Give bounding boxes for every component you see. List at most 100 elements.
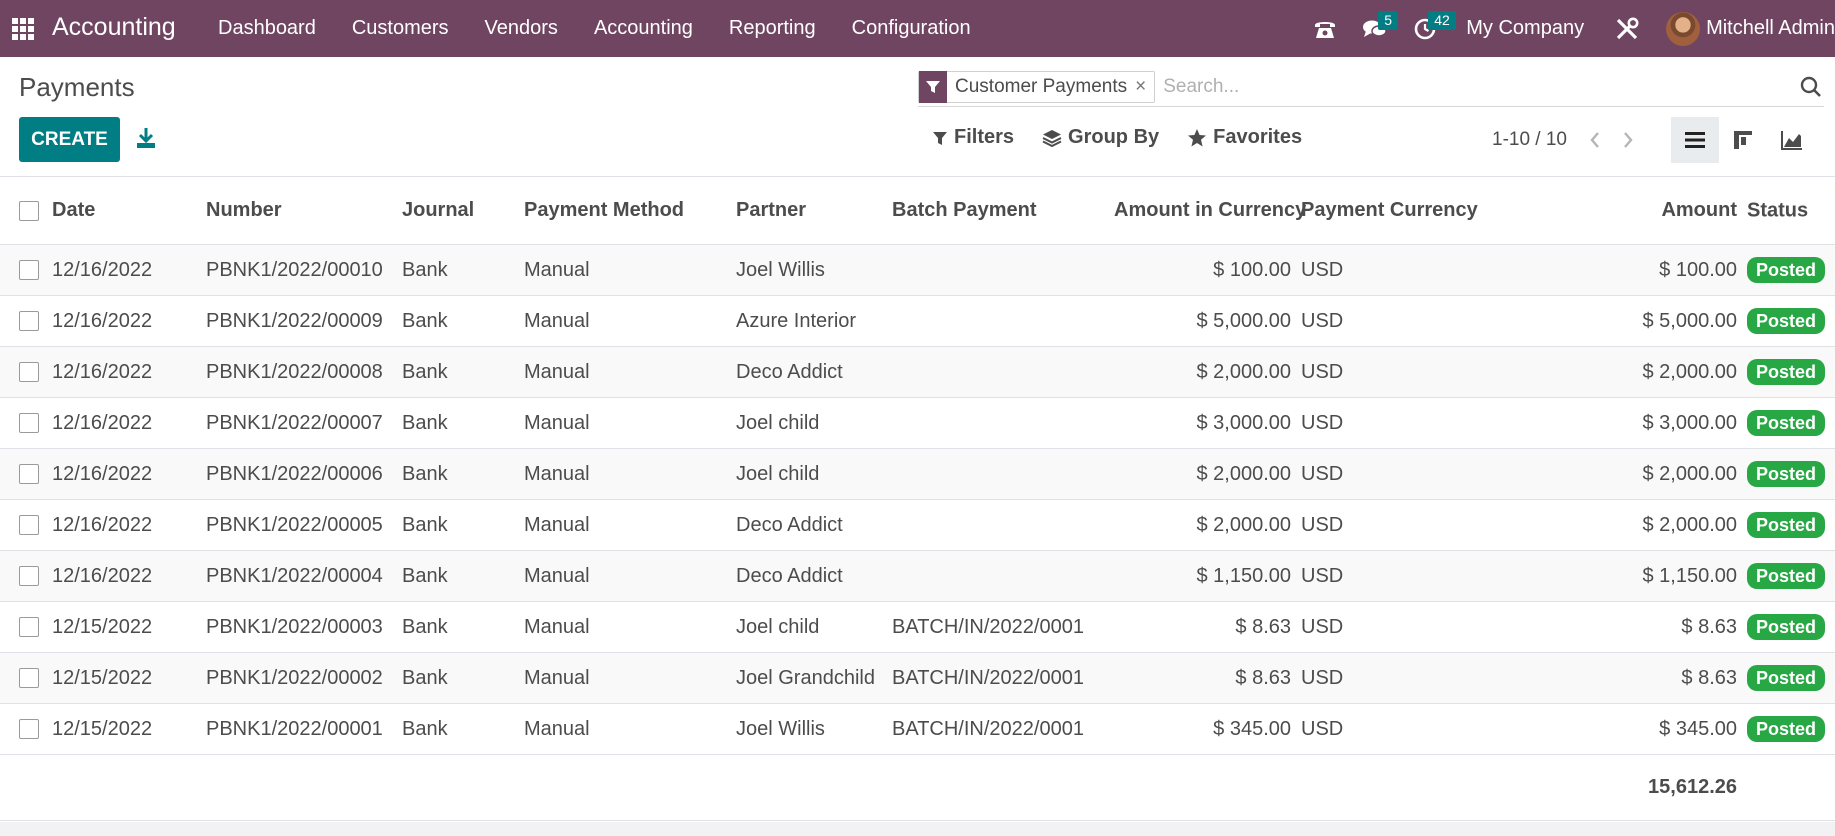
table-row[interactable]: 12/15/2022 PBNK1/2022/00002 Bank Manual Joel…: [0, 652, 1835, 704]
layers-icon: [1042, 129, 1062, 147]
row-checkbox[interactable]: [19, 464, 39, 485]
cell-status: Posted: [1747, 448, 1835, 500]
column-batch-payment[interactable]: Batch Payment: [892, 176, 1114, 245]
table-row[interactable]: 12/16/2022 PBNK1/2022/00004 Bank Manual Deco…: [0, 550, 1835, 602]
cell-payment-currency: USD: [1301, 397, 1455, 449]
cell-journal: Bank: [402, 397, 524, 449]
groupby-button[interactable]: Group By: [1042, 126, 1159, 149]
company-switcher[interactable]: My Company: [1466, 17, 1584, 40]
clock-icon[interactable]: 42: [1408, 0, 1456, 57]
menu-item-accounting[interactable]: Accounting: [576, 0, 711, 57]
page-title: Payments: [19, 72, 135, 102]
table-row[interactable]: 12/16/2022 PBNK1/2022/00007 Bank Manual Joel…: [0, 397, 1835, 449]
tools-icon[interactable]: [1610, 0, 1644, 57]
cell-journal: Bank: [402, 550, 524, 602]
cell-amount-in-currency: $ 345.00: [1114, 703, 1301, 755]
column-number[interactable]: Number: [206, 176, 402, 245]
cell-payment-method: Manual: [524, 601, 736, 653]
chat-icon[interactable]: 5: [1358, 0, 1399, 57]
filters-button[interactable]: Filters: [932, 126, 1014, 149]
cell-payment-currency: USD: [1301, 703, 1455, 755]
column-amount[interactable]: Amount: [1628, 176, 1747, 245]
cell-number: PBNK1/2022/00008: [206, 346, 402, 398]
table-row[interactable]: 12/16/2022 PBNK1/2022/00005 Bank Manual Deco…: [0, 499, 1835, 551]
menu-item-dashboard[interactable]: Dashboard: [200, 0, 334, 57]
cell-payment-currency: USD: [1301, 448, 1455, 500]
cell-spacer: [1455, 397, 1628, 449]
status-badge: Posted: [1747, 563, 1826, 589]
table-row[interactable]: 12/16/2022 PBNK1/2022/00008 Bank Manual Deco…: [0, 346, 1835, 398]
cell-date: 12/16/2022: [52, 397, 206, 449]
app-brand[interactable]: Accounting: [52, 13, 176, 42]
cell-amount: $ 3,000.00: [1628, 397, 1747, 449]
cell-status: Posted: [1747, 295, 1835, 347]
status-badge: Posted: [1747, 410, 1826, 436]
row-checkbox[interactable]: [19, 719, 39, 740]
cell-payment-method: Manual: [524, 499, 736, 551]
column-partner[interactable]: Partner: [736, 176, 892, 245]
facet-remove-button[interactable]: ×: [1133, 76, 1154, 98]
cell-status: Posted: [1747, 703, 1835, 755]
column-payment-method[interactable]: Payment Method: [524, 176, 736, 245]
phone-icon[interactable]: [1308, 0, 1342, 57]
cell-amount-in-currency: $ 8.63: [1114, 601, 1301, 653]
cell-status: Posted: [1747, 244, 1835, 296]
filter-icon: [933, 131, 947, 145]
create-button[interactable]: CREATE: [19, 117, 120, 162]
messages-count-badge: 5: [1378, 11, 1399, 30]
menu-item-customers[interactable]: Customers: [334, 0, 467, 57]
row-checkbox[interactable]: [19, 668, 39, 689]
cell-date: 12/16/2022: [52, 295, 206, 347]
row-checkbox[interactable]: [19, 617, 39, 638]
chevron-right-icon[interactable]: [1617, 128, 1639, 152]
apps-grid-icon[interactable]: [12, 18, 34, 40]
pager-value[interactable]: 1-10 / 10: [1492, 129, 1567, 151]
menu-item-configuration[interactable]: Configuration: [834, 0, 989, 57]
cell-number: PBNK1/2022/00010: [206, 244, 402, 296]
cell-partner: Joel Willis: [736, 244, 892, 296]
download-icon[interactable]: [133, 125, 159, 151]
row-checkbox[interactable]: [19, 413, 39, 434]
column-payment-currency[interactable]: Payment Currency: [1301, 176, 1478, 245]
column-date[interactable]: Date: [52, 176, 206, 245]
row-checkbox[interactable]: [19, 311, 39, 332]
menu-item-vendors[interactable]: Vendors: [467, 0, 576, 57]
list-view-icon[interactable]: [1671, 117, 1719, 163]
systray: 5 42 My Company Mitchell Admin: [1300, 0, 1835, 57]
cell-date: 12/15/2022: [52, 652, 206, 704]
status-badge: Posted: [1747, 308, 1826, 334]
table-row[interactable]: 12/15/2022 PBNK1/2022/00001 Bank Manual Joel…: [0, 703, 1835, 755]
table-row[interactable]: 12/16/2022 PBNK1/2022/00010 Bank Manual Joel…: [0, 244, 1835, 296]
select-all-checkbox[interactable]: [19, 200, 39, 221]
user-menu[interactable]: Mitchell Admin: [1666, 11, 1835, 46]
graph-view-icon[interactable]: [1768, 117, 1816, 163]
kanban-view-icon[interactable]: [1719, 117, 1767, 163]
cell-journal: Bank: [402, 295, 524, 347]
column-status[interactable]: Status: [1747, 176, 1835, 245]
column-journal[interactable]: Journal: [402, 176, 524, 245]
table-row[interactable]: 12/16/2022 PBNK1/2022/00006 Bank Manual Joel…: [0, 448, 1835, 500]
cell-amount-in-currency: $ 2,000.00: [1114, 346, 1301, 398]
cell-journal: Bank: [402, 499, 524, 551]
cell-amount-in-currency: $ 3,000.00: [1114, 397, 1301, 449]
search-icon[interactable]: [1798, 74, 1824, 100]
cell-amount-in-currency: $ 8.63: [1114, 652, 1301, 704]
cell-payment-method: Manual: [524, 295, 736, 347]
cell-amount-in-currency: $ 100.00: [1114, 244, 1301, 296]
table-row[interactable]: 12/15/2022 PBNK1/2022/00003 Bank Manual Joel…: [0, 601, 1835, 653]
row-checkbox[interactable]: [19, 566, 39, 587]
chevron-left-icon[interactable]: [1584, 128, 1606, 152]
cell-journal: Bank: [402, 703, 524, 755]
menu-item-reporting[interactable]: Reporting: [711, 0, 834, 57]
row-checkbox[interactable]: [19, 362, 39, 383]
cell-number: PBNK1/2022/00005: [206, 499, 402, 551]
facet-label: Customer Payments: [955, 75, 1128, 97]
favorites-button[interactable]: Favorites: [1187, 126, 1302, 149]
table-row[interactable]: 12/16/2022 PBNK1/2022/00009 Bank Manual Azur…: [0, 295, 1835, 347]
row-checkbox[interactable]: [19, 260, 39, 281]
cell-number: PBNK1/2022/00009: [206, 295, 402, 347]
search-input[interactable]: [1163, 75, 1764, 98]
column-amount-in-currency[interactable]: Amount in Currency: [1114, 176, 1306, 245]
row-checkbox[interactable]: [19, 515, 39, 536]
cell-amount-in-currency: $ 1,150.00: [1114, 550, 1301, 602]
